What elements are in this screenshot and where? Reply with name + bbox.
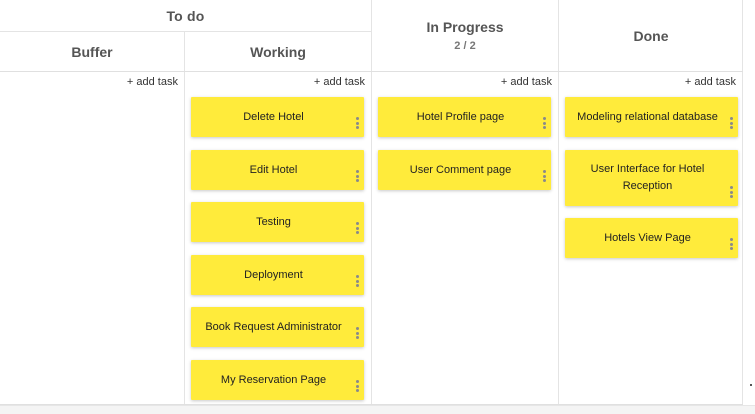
task-card[interactable]: Testing xyxy=(191,202,364,242)
column-header-inprogress: In Progress 2 / 2 xyxy=(372,0,558,71)
column-inprogress: + add task Hotel Profile page User Comme… xyxy=(372,72,558,405)
task-card-title: Hotels View Page xyxy=(604,231,691,244)
add-task-link-working[interactable]: + add task xyxy=(314,76,365,88)
task-card[interactable]: My Reservation Page xyxy=(191,360,364,400)
task-card-title: Deployment xyxy=(244,268,303,281)
more-vert-icon[interactable] xyxy=(355,275,359,287)
more-vert-icon[interactable] xyxy=(355,380,359,392)
kanban-board: To do Buffer Working In Progress 2 / 2 D… xyxy=(0,0,743,405)
task-card-title: User Comment page xyxy=(409,163,512,176)
group-header-todo: To do xyxy=(0,0,371,32)
column-divider xyxy=(742,0,743,405)
task-card[interactable]: Deployment xyxy=(191,255,364,295)
column-buffer: + add task xyxy=(0,72,184,405)
column-title-buffer: Buffer xyxy=(71,43,113,60)
more-vert-icon[interactable] xyxy=(542,117,546,129)
task-card-title: Modeling relational database xyxy=(577,110,718,123)
scroll-indicator xyxy=(750,384,752,386)
task-card-title: User Interface for Hotel Reception xyxy=(590,163,705,192)
task-card[interactable]: Hotel Profile page xyxy=(378,97,551,137)
column-working: + add task Delete Hotel Edit Hotel Testi… xyxy=(185,72,371,405)
task-card[interactable]: Edit Hotel xyxy=(191,150,364,190)
task-card-title: Edit Hotel xyxy=(249,163,298,176)
task-card[interactable]: Book Request Administrator xyxy=(191,307,364,347)
task-card-title: Delete Hotel xyxy=(243,110,304,123)
more-vert-icon[interactable] xyxy=(729,238,733,250)
column-header-buffer: Buffer xyxy=(0,32,184,71)
column-title-done: Done xyxy=(633,27,669,44)
task-card-title: Book Request Administrator xyxy=(205,320,342,333)
more-vert-icon[interactable] xyxy=(355,117,359,129)
more-vert-icon[interactable] xyxy=(729,186,733,198)
add-task-link-buffer[interactable]: + add task xyxy=(127,76,178,88)
more-vert-icon[interactable] xyxy=(729,117,733,129)
add-task-link-inprogress[interactable]: + add task xyxy=(501,76,552,88)
task-card-title: My Reservation Page xyxy=(220,373,327,386)
task-card[interactable]: Hotels View Page xyxy=(565,218,738,258)
task-card[interactable]: Modeling relational database xyxy=(565,97,738,137)
column-header-working: Working xyxy=(185,32,371,71)
add-task-link-done[interactable]: + add task xyxy=(685,76,736,88)
column-header-done: Done xyxy=(559,0,743,71)
group-title-todo: To do xyxy=(166,7,205,24)
more-vert-icon[interactable] xyxy=(355,327,359,339)
column-count-inprogress: 2 / 2 xyxy=(454,40,476,52)
column-title-inprogress: In Progress xyxy=(426,19,504,35)
column-title-working: Working xyxy=(250,43,306,60)
more-vert-icon[interactable] xyxy=(355,170,359,182)
task-card-title: Hotel Profile page xyxy=(416,110,505,123)
more-vert-icon[interactable] xyxy=(542,170,546,182)
more-vert-icon[interactable] xyxy=(355,222,359,234)
task-card[interactable]: User Comment page xyxy=(378,150,551,190)
task-card-title: Testing xyxy=(256,215,291,228)
task-card[interactable]: Delete Hotel xyxy=(191,97,364,137)
column-done: + add task Modeling relational database … xyxy=(559,72,742,405)
task-card[interactable]: User Interface for Hotel Reception xyxy=(565,150,738,206)
